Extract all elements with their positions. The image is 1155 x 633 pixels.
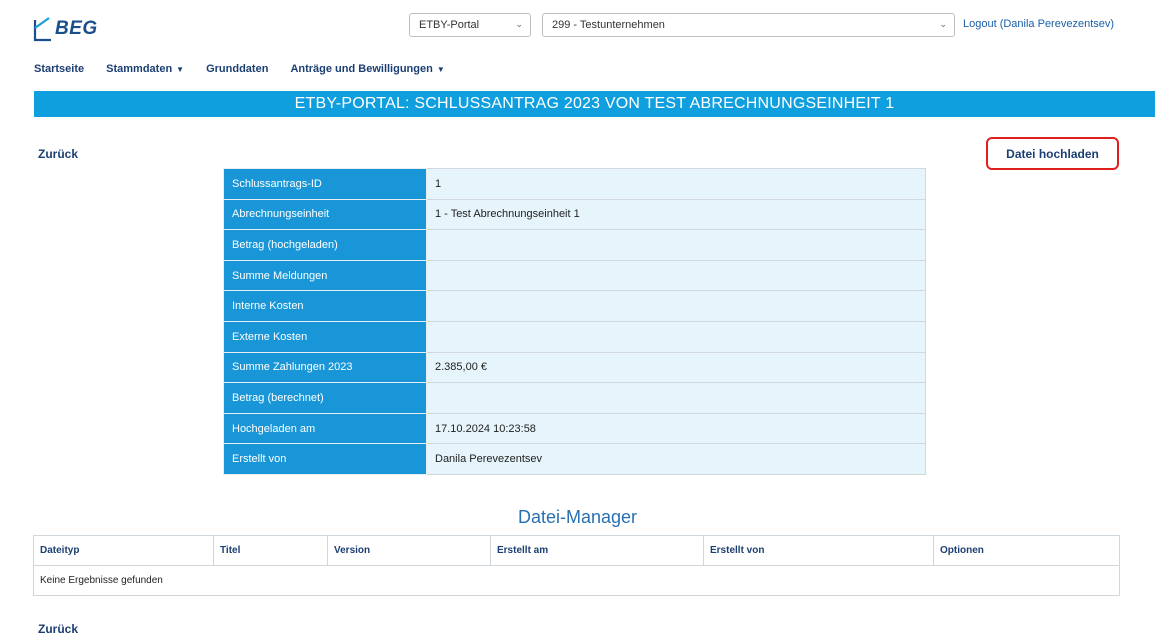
page-title: ETBY-PORTAL: SCHLUSSANTRAG 2023 VON TEST… [34,91,1155,117]
nav-item-grunddaten[interactable]: Grunddaten [206,63,268,75]
column-header-erstellt-von[interactable]: Erstellt von [703,535,934,566]
detail-value: 1 [426,168,926,200]
detail-row: Erstellt von Danila Perevezentsev [223,443,926,475]
detail-label: Schlussantrags-ID [223,168,427,200]
detail-value [426,382,926,414]
detail-label: Summe Meldungen [223,259,427,292]
detail-row: Summe Zahlungen 2023 2.385,00 € [223,351,926,384]
nav-item-antraege[interactable]: Anträge und Bewilligungen ▼ [290,63,444,75]
logo[interactable]: BEG [33,14,98,44]
details-table: Schlussantrags-ID 1 Abrechnungseinheit 1 - … [223,168,926,475]
back-link-top[interactable]: Zurück [38,147,78,161]
detail-row: Summe Meldungen [223,259,926,292]
detail-label: Externe Kosten [223,320,427,353]
detail-row: Schlussantrags-ID 1 [223,168,926,200]
column-header-dateityp[interactable]: Dateityp [33,535,214,566]
chevron-down-icon: ⌄ [939,19,947,29]
column-header-optionen: Optionen [933,535,1120,566]
file-manager-table: Dateityp Titel Version Erstellt am Erste… [33,535,1120,596]
detail-row: Abrechnungseinheit 1 - Test Abrechnungsei… [223,198,926,231]
logout-link[interactable]: Logout (Danila Perevezentsev) [963,18,1114,30]
detail-value: Danila Perevezentsev [426,443,926,475]
column-header-erstellt-am[interactable]: Erstellt am [490,535,704,566]
detail-value [426,259,926,292]
portal-select[interactable]: ETBY-Portal ⌄ [409,13,531,37]
logo-text: BEG [55,18,98,39]
detail-label: Interne Kosten [223,290,427,322]
detail-value [426,320,926,353]
main-nav: Startseite Stammdaten ▼ Grunddaten Anträg… [34,63,467,75]
detail-row: Betrag (berechnet) [223,382,926,414]
detail-value [426,290,926,322]
detail-label: Betrag (berechnet) [223,382,427,414]
detail-label: Hochgeladen am [223,412,427,445]
nav-item-startseite[interactable]: Startseite [34,63,84,75]
column-header-version[interactable]: Version [327,535,491,566]
detail-label: Abrechnungseinheit [223,198,427,231]
file-manager-title: Datei-Manager [517,507,638,527]
company-select-value: 299 - Testunternehmen [552,19,665,31]
table-header-row: Dateityp Titel Version Erstellt am Erste… [33,535,1120,566]
portal-select-value: ETBY-Portal [419,19,480,31]
caret-down-icon: ▼ [176,64,185,74]
upload-file-button[interactable]: Datei hochladen [986,137,1119,170]
column-header-titel[interactable]: Titel [213,535,328,566]
logo-mark-icon [33,17,51,42]
detail-value [426,229,926,261]
table-row: Keine Ergebnisse gefunden [33,565,1120,596]
detail-value: 17.10.2024 10:23:58 [426,412,926,445]
empty-results-text: Keine Ergebnisse gefunden [33,565,1120,596]
detail-row: Externe Kosten [223,320,926,353]
detail-row: Interne Kosten [223,290,926,322]
upload-file-label: Datei hochladen [1006,146,1099,161]
detail-label: Betrag (hochgeladen) [223,229,427,261]
back-link-bottom[interactable]: Zurück [38,622,78,633]
detail-label: Erstellt von [223,443,427,475]
detail-row: Betrag (hochgeladen) [223,229,926,261]
chevron-down-icon: ⌄ [515,19,523,29]
company-select[interactable]: 299 - Testunternehmen ⌄ [542,13,955,37]
detail-value: 2.385,00 € [426,351,926,384]
caret-down-icon: ▼ [436,64,445,74]
detail-value: 1 - Test Abrechnungseinheit 1 [426,198,926,231]
detail-label: Summe Zahlungen 2023 [223,351,427,384]
detail-row: Hochgeladen am 17.10.2024 10:23:58 [223,412,926,445]
nav-item-stammdaten[interactable]: Stammdaten ▼ [106,63,184,75]
